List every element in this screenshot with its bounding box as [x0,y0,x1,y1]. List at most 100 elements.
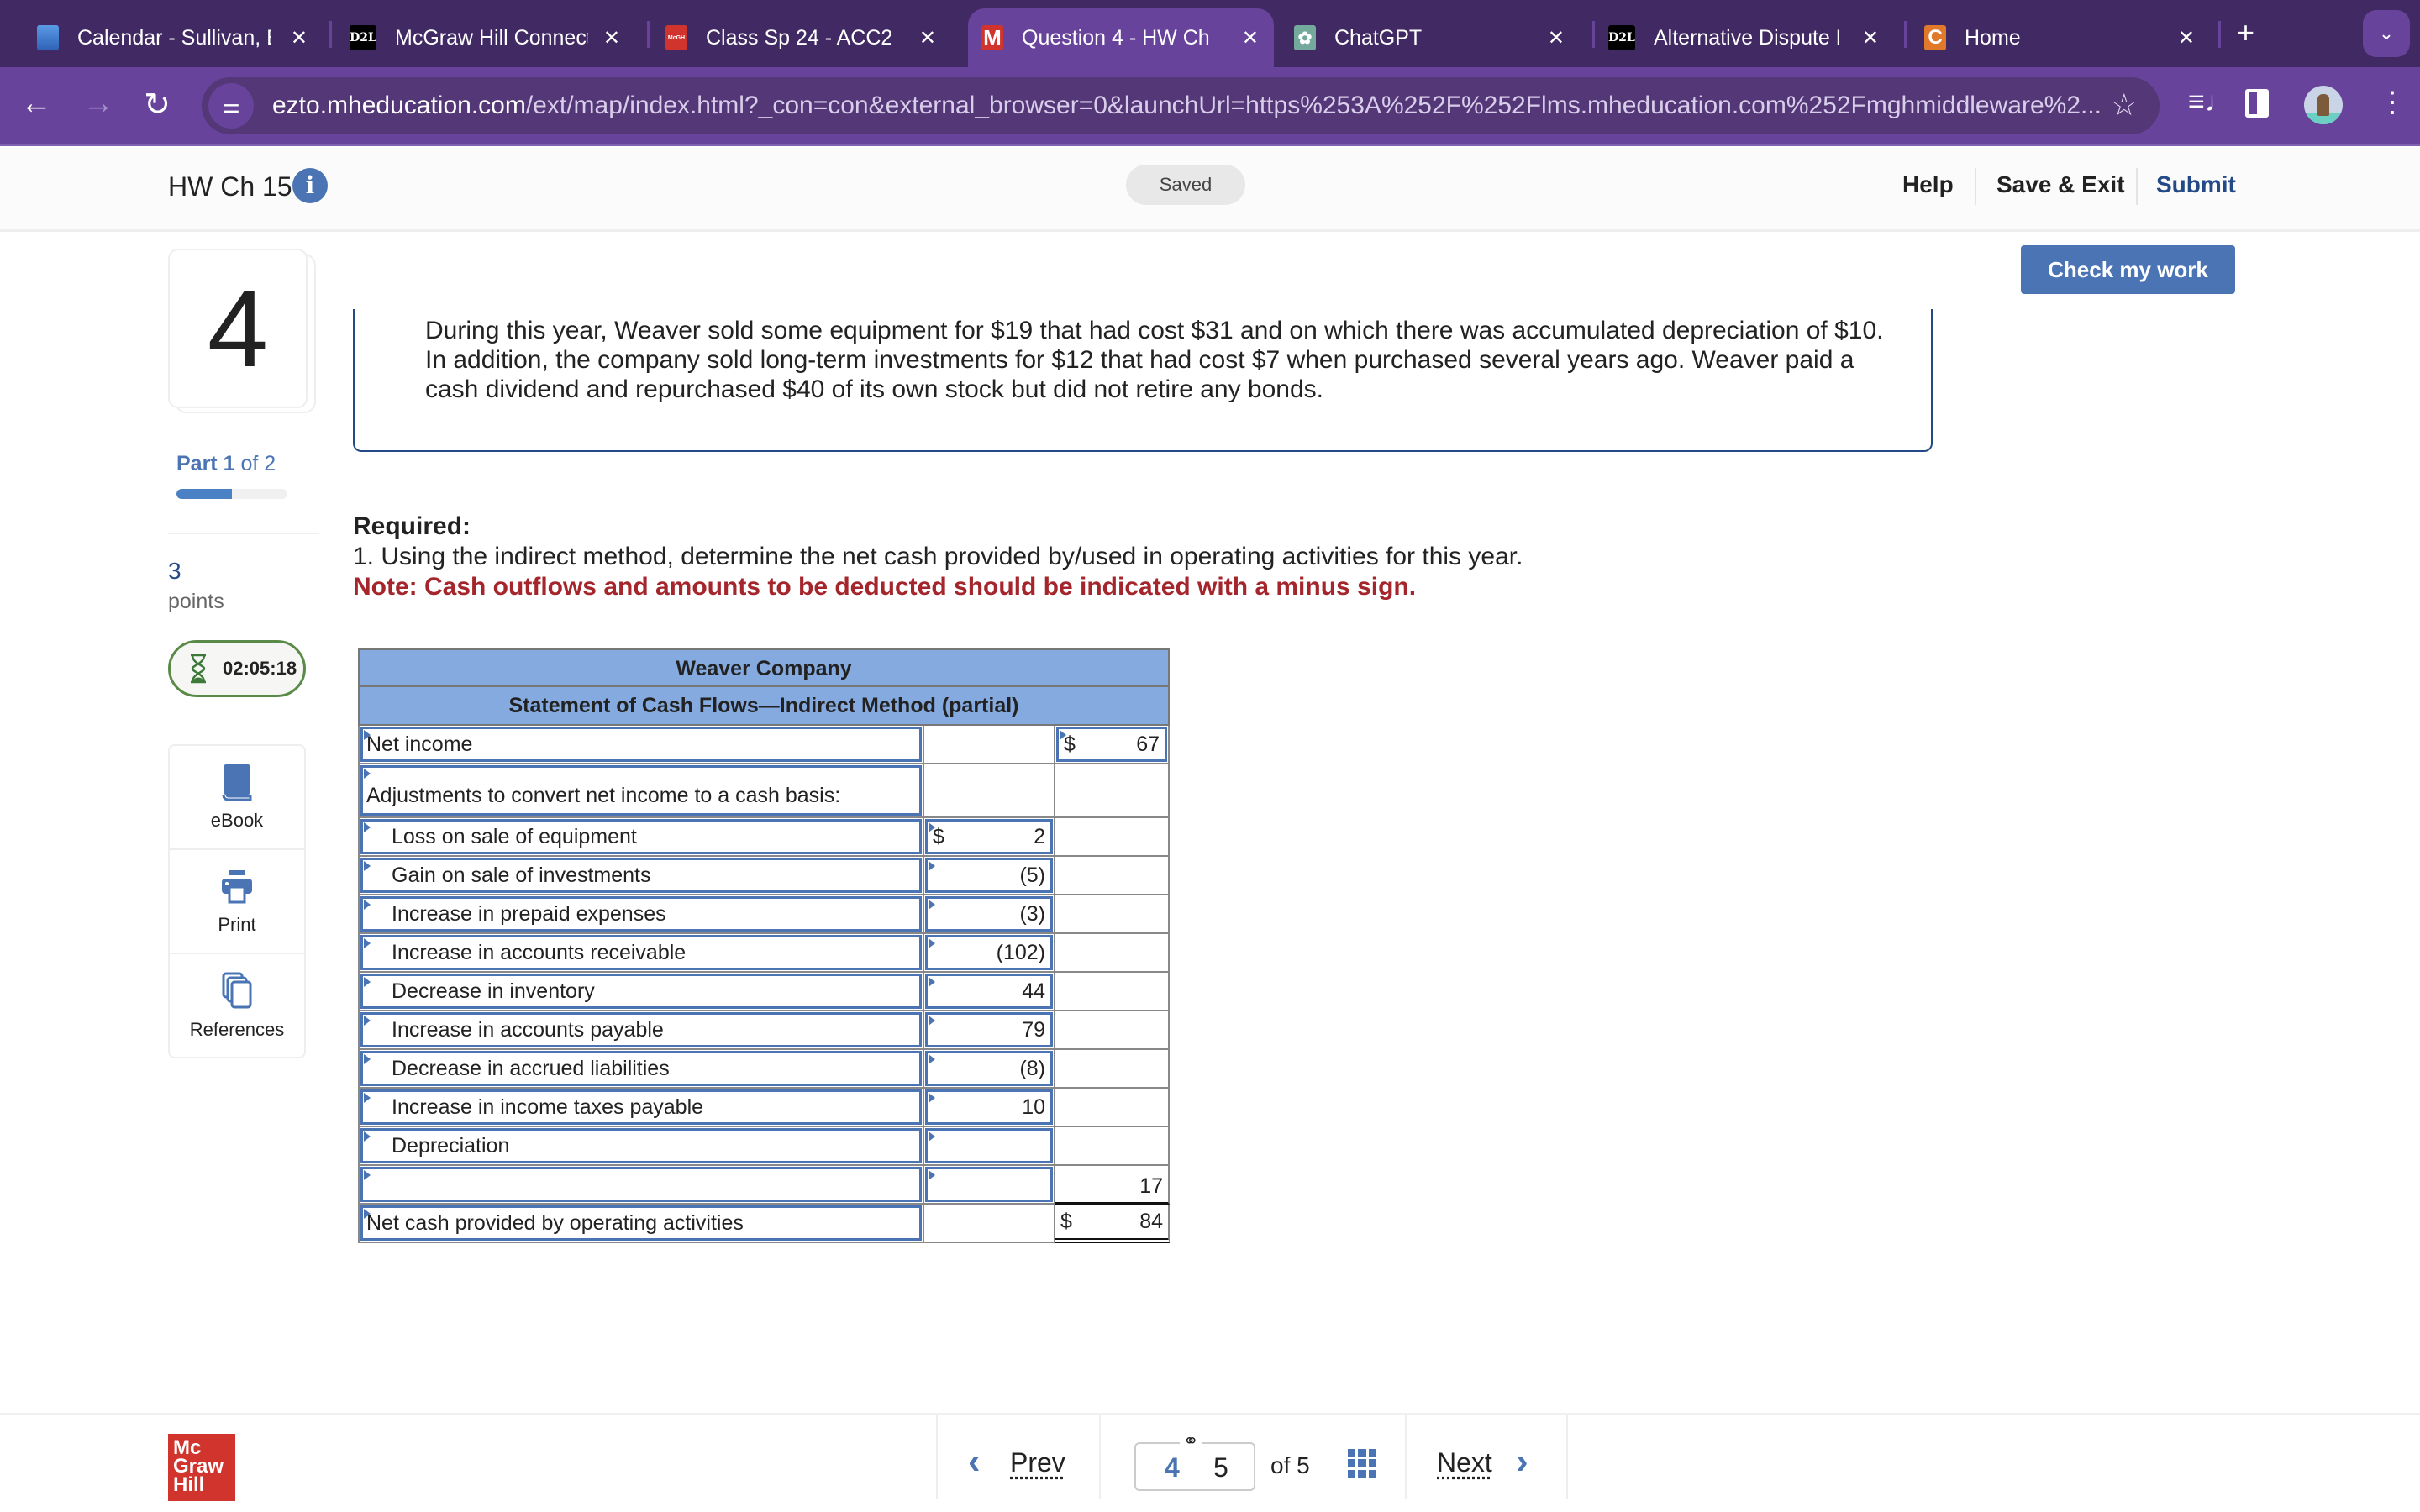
empty-cell [1055,818,1170,857]
references-button[interactable]: References [170,954,304,1058]
media-control-icon[interactable]: ≡♩ [2188,86,2233,118]
ebook-button[interactable]: eBook [170,746,304,850]
required-note: Note: Cash outflows and amounts to be de… [353,573,1417,601]
table-row: Increase in accounts receivable (102) [358,934,1170,973]
adjustment-label-input[interactable]: Depreciation [360,1128,922,1163]
side-panel-icon[interactable] [2245,89,2269,118]
adjustment-label-input[interactable]: Increase in income taxes payable [360,1089,922,1125]
adjustment-label-input[interactable]: Decrease in accrued liabilities [360,1051,922,1086]
adjustment-amount-input[interactable]: (102) [925,935,1053,970]
m-icon: M [981,25,1003,50]
adjustments-label-input[interactable]: Adjustments to convert net income to a c… [360,765,922,816]
empty-cell [1055,764,1170,818]
chatgpt-icon: ✿ [1294,25,1316,50]
close-tab-icon[interactable]: ✕ [919,26,936,50]
assignment-header: HW Ch 15 i Saved Help Save & Exit Submit [0,148,2420,232]
adjustments-total-cell: 17 [1055,1166,1170,1205]
part-progress-bar [176,489,287,499]
table-row-net-cash: Net cash provided by operating activitie… [358,1205,1170,1243]
adjustment-amount-input[interactable]: (5) [925,858,1053,893]
table-row: 17 [358,1166,1170,1205]
net-income-label-input[interactable]: Net income [360,727,922,762]
required-instruction: 1. Using the indirect method, determine … [353,543,1523,570]
adjustments-total: 17 [1139,1174,1163,1198]
grid-view-icon[interactable] [1348,1449,1376,1478]
net-income-amount-input[interactable]: $67 [1056,727,1167,762]
info-icon[interactable]: i [292,168,328,203]
tab-question-4[interactable]: M Question 4 - HW Ch ✕ [968,8,1274,67]
tab-mcgraw-hill-connect[interactable]: D2L McGraw Hill Connect ✕ [350,8,635,67]
tab-calendar[interactable]: Calendar - Sullivan, E ✕ [37,8,323,67]
tab-search-button[interactable]: ⌄ [2363,10,2410,57]
chevron-left-icon[interactable]: ‹ [968,1441,981,1483]
bookmark-star-icon[interactable]: ☆ [2111,87,2138,123]
site-settings-icon[interactable]: ⚌ [208,83,254,129]
adjustment-label-input[interactable]: Increase in accounts receivable [360,935,922,970]
help-link[interactable]: Help [1902,171,1954,198]
profile-avatar[interactable] [2304,86,2343,124]
adjustment-label-input[interactable] [360,1167,922,1202]
empty-cell [924,1205,1055,1243]
tab-alternative-dispute[interactable]: D2L Alternative Dispute R ✕ [1608,8,1894,67]
part-indicator: Part 1 of 2 [176,452,276,475]
table-row: Gain on sale of investments (5) [358,857,1170,895]
d2l-icon: D2L [1608,25,1635,50]
back-button[interactable]: ← [15,86,57,122]
tab-chatgpt[interactable]: ✿ ChatGPT ✕ [1294,8,1580,67]
close-tab-icon[interactable]: ✕ [291,26,308,50]
address-bar[interactable]: ⚌ ezto.mheducation.com/ext/map/index.htm… [202,77,2160,134]
reload-button[interactable]: ↻ [136,86,178,123]
adjustment-label-input[interactable]: Decrease in inventory [360,974,922,1009]
print-button[interactable]: Print [170,850,304,954]
close-tab-icon[interactable]: ✕ [1548,26,1565,50]
tab-class[interactable]: McGH Class Sp 24 - ACC20 ✕ [666,8,951,67]
more-menu-icon[interactable]: ⋮ [2378,86,2407,119]
net-cash-amount: $84 [1055,1205,1170,1243]
prev-button[interactable]: Prev [1010,1447,1065,1478]
c-icon: C [1924,25,1946,50]
browser-tab-strip: Calendar - Sullivan, E ✕ D2L McGraw Hill… [0,0,2420,67]
adjustment-amount-input[interactable]: $2 [925,819,1053,854]
adjustment-label-input[interactable]: Loss on sale of equipment [360,819,922,854]
tab-home[interactable]: C Home ✕ [1924,8,2210,67]
empty-cell [1055,1011,1170,1050]
submit-link[interactable]: Submit [2156,171,2236,198]
adjustment-label-input[interactable]: Increase in prepaid expenses [360,896,922,932]
required-heading: Required: [353,512,471,540]
footer-divider [1566,1415,1568,1499]
adjustment-amount-input[interactable]: 44 [925,974,1053,1009]
adjustment-label-input[interactable]: Increase in accounts payable [360,1012,922,1047]
adjustment-amount-input[interactable]: 79 [925,1012,1053,1047]
tools-panel: eBook Print References [168,744,306,1058]
adjustment-amount-input[interactable]: 10 [925,1089,1053,1125]
book-icon [222,764,252,801]
empty-cell [924,726,1055,764]
url-text[interactable]: ezto.mheducation.com/ext/map/index.html?… [272,92,2102,120]
next-page-number[interactable]: 5 [1213,1452,1228,1483]
header-divider [2136,168,2138,205]
check-my-work-button[interactable]: Check my work [2021,245,2235,294]
next-button[interactable]: Next [1437,1447,1492,1478]
adjustment-amount-input[interactable]: (8) [925,1051,1053,1086]
d2l-icon: D2L [350,25,376,50]
tab-separator [329,21,332,48]
close-tab-icon[interactable]: ✕ [1862,26,1879,50]
close-tab-icon[interactable]: ✕ [2178,26,2195,50]
adjustment-amount-input[interactable] [925,1128,1053,1163]
chevron-right-icon[interactable]: › [1516,1441,1528,1483]
empty-cell [1055,973,1170,1011]
current-page[interactable]: 4 [1165,1452,1180,1483]
forward-button[interactable]: → [77,86,119,122]
new-tab-button[interactable]: + [2237,15,2254,50]
close-tab-icon[interactable]: ✕ [603,26,620,50]
arrow-right-icon: → [82,86,114,121]
adjustment-amount-input[interactable] [925,1167,1053,1202]
close-tab-icon[interactable]: ✕ [1242,26,1259,50]
net-cash-label-input[interactable]: Net cash provided by operating activitie… [360,1205,922,1241]
page-selector[interactable]: ⚭ 4 5 [1134,1431,1255,1491]
footer-divider [936,1415,938,1499]
question-text: During this year, Weaver sold some equip… [425,317,1884,403]
adjustment-label-input[interactable]: Gain on sale of investments [360,858,922,893]
save-exit-link[interactable]: Save & Exit [1996,171,2125,198]
adjustment-amount-input[interactable]: (3) [925,896,1053,932]
